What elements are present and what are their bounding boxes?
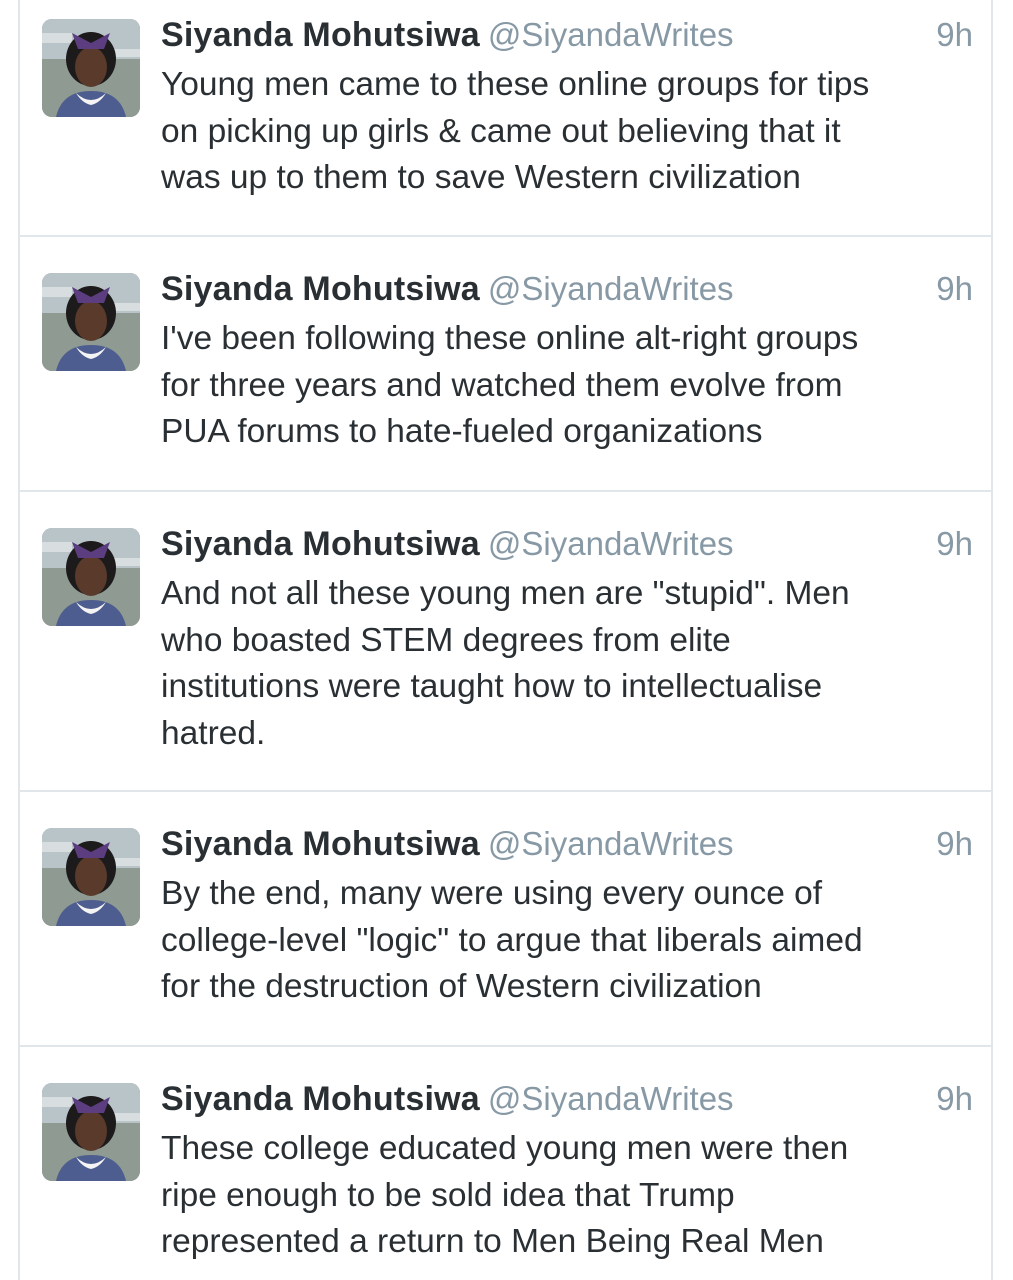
tweet-text-line: on picking up girls & came out believing…	[161, 112, 841, 150]
profile-photo-icon	[42, 528, 140, 626]
author-handle[interactable]: @SiyandaWrites	[488, 525, 734, 562]
avatar[interactable]	[42, 273, 140, 371]
tweet-text: These college educated young men were th…	[161, 1126, 973, 1266]
tweet-text-line: institutions were taught how to intellec…	[161, 668, 823, 705]
tweet-text-line: I've been following these online alt-rig…	[161, 320, 859, 357]
tweet[interactable]: Siyanda Mohutsiwa @SiyandaWrites 9h These…	[20, 1047, 991, 1280]
author-handle[interactable]: @SiyandaWrites	[488, 16, 734, 53]
tweet-text-line: Young men came to these online groups fo…	[161, 66, 870, 103]
tweet-text-line: ripe enough to be sold idea that Trump	[161, 1176, 735, 1214]
profile-photo-icon	[42, 828, 140, 926]
tweet-text-line: for three years and watched them evolve …	[161, 366, 843, 404]
tweet-text: I've been following these online alt-rig…	[161, 316, 973, 456]
tweet-text-line: was up to them to save Western civilizat…	[161, 159, 801, 196]
tweet-timestamp[interactable]: 9h	[936, 16, 973, 54]
author-handle[interactable]: @SiyandaWrites	[488, 270, 734, 307]
tweet-text: Young men came to these online groups fo…	[161, 62, 973, 202]
author-name[interactable]: Siyanda Mohutsiwa	[161, 16, 480, 54]
tweet-text-line: represented a return to Men Being Real M…	[161, 1223, 824, 1260]
tweet-timestamp[interactable]: 9h	[936, 270, 973, 308]
author-name[interactable]: Siyanda Mohutsiwa	[161, 1080, 480, 1118]
tweet-timestamp[interactable]: 9h	[936, 525, 973, 563]
tweet[interactable]: Siyanda Mohutsiwa @SiyandaWrites 9h By th…	[20, 792, 991, 1047]
tweet-text-line: And not all these young men are "stupid"…	[161, 575, 850, 612]
tweet-text: And not all these young men are "stupid"…	[161, 571, 973, 757]
avatar[interactable]	[42, 828, 140, 926]
profile-photo-icon	[42, 19, 140, 117]
profile-photo-icon	[42, 1083, 140, 1181]
tweet-header: Siyanda Mohutsiwa @SiyandaWrites 9h	[161, 16, 973, 60]
tweet-text-line: for the destruction of Western civilizat…	[161, 968, 762, 1005]
tweet-timestamp[interactable]: 9h	[936, 1080, 973, 1118]
tweet-text-line: who boasted STEM degrees from elite	[161, 621, 731, 659]
avatar[interactable]	[42, 19, 140, 117]
tweet-header: Siyanda Mohutsiwa @SiyandaWrites 9h	[161, 270, 973, 314]
author-name[interactable]: Siyanda Mohutsiwa	[161, 825, 480, 863]
tweet[interactable]: Siyanda Mohutsiwa @SiyandaWrites 9h And n…	[20, 492, 991, 792]
tweet-header: Siyanda Mohutsiwa @SiyandaWrites 9h	[161, 825, 973, 869]
tweet[interactable]: Siyanda Mohutsiwa @SiyandaWrites 9h Young…	[20, 0, 991, 237]
profile-photo-icon	[42, 273, 140, 371]
author-handle[interactable]: @SiyandaWrites	[488, 1080, 734, 1117]
tweet-text: By the end, many were using every ounce …	[161, 871, 973, 1011]
tweet-header: Siyanda Mohutsiwa @SiyandaWrites 9h	[161, 1080, 973, 1124]
tweet-timeline: Siyanda Mohutsiwa @SiyandaWrites 9h Young…	[18, 0, 993, 1280]
tweet-text-line: hatred.	[161, 714, 266, 752]
tweet-text-line: PUA forums to hate-fueled organizations	[161, 413, 763, 450]
tweet-timestamp[interactable]: 9h	[936, 825, 973, 863]
author-name[interactable]: Siyanda Mohutsiwa	[161, 525, 480, 563]
tweet-text-line: college-level "logic" to argue that libe…	[161, 921, 863, 959]
author-name[interactable]: Siyanda Mohutsiwa	[161, 270, 480, 308]
author-handle[interactable]: @SiyandaWrites	[488, 825, 734, 862]
avatar[interactable]	[42, 528, 140, 626]
tweet[interactable]: Siyanda Mohutsiwa @SiyandaWrites 9h I've …	[20, 237, 991, 492]
tweet-text-line: These college educated young men were th…	[161, 1130, 849, 1167]
tweet-header: Siyanda Mohutsiwa @SiyandaWrites 9h	[161, 525, 973, 569]
tweet-text-line: By the end, many were using every ounce …	[161, 875, 823, 912]
avatar[interactable]	[42, 1083, 140, 1181]
